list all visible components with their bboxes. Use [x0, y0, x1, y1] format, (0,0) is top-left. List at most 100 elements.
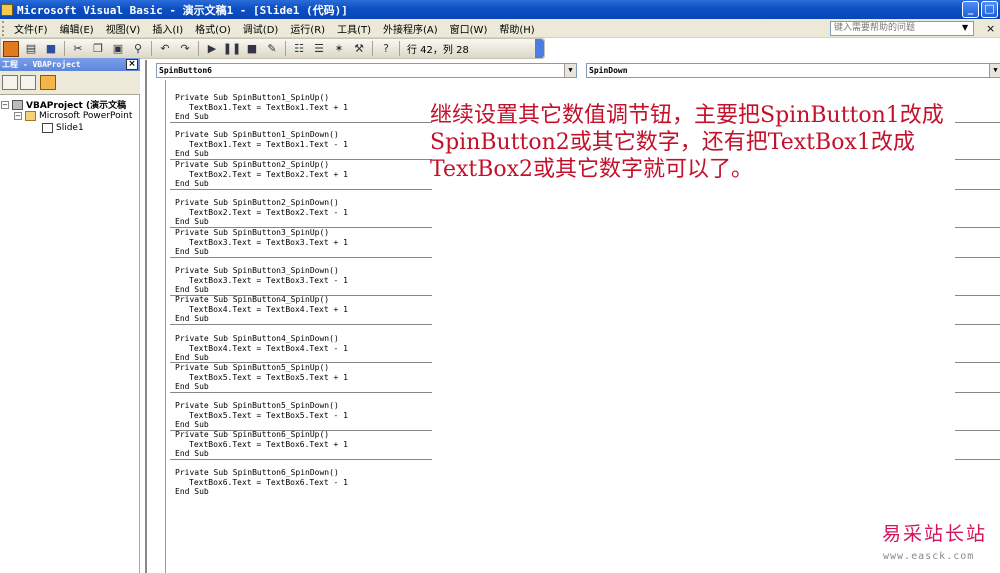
code-line[interactable]: End Sub	[175, 449, 348, 459]
view-code-icon[interactable]	[2, 75, 18, 90]
project-explorer-icon[interactable]: ☷	[291, 41, 307, 57]
procedure-block[interactable]: Private Sub SpinButton5_SpinUp() TextBox5…	[175, 363, 348, 392]
code-line[interactable]: Private Sub SpinButton2_SpinDown()	[175, 198, 348, 208]
toolbar-options-button[interactable]	[535, 39, 544, 58]
code-line[interactable]: Private Sub SpinButton5_SpinDown()	[175, 401, 348, 411]
view-powerpoint-icon[interactable]	[3, 40, 19, 57]
menu-format[interactable]: 格式(O)	[189, 21, 237, 36]
code-line[interactable]: Private Sub SpinButton2_SpinUp()	[175, 160, 348, 170]
code-line[interactable]: End Sub	[175, 247, 348, 257]
menu-file[interactable]: 文件(F)	[8, 21, 54, 36]
toggle-folders-icon[interactable]	[40, 75, 56, 90]
tree-node-vbaproject[interactable]: − VBAProject (演示文稿	[1, 98, 126, 111]
toolbar-divider	[151, 41, 152, 56]
code-line[interactable]: TextBox3.Text = TextBox3.Text + 1	[175, 238, 348, 248]
code-line[interactable]: End Sub	[175, 420, 348, 430]
design-mode-icon[interactable]: ✎	[264, 41, 280, 57]
procedure-block[interactable]: Private Sub SpinButton1_SpinDown() TextBo…	[175, 130, 348, 159]
code-line[interactable]: TextBox1.Text = TextBox1.Text - 1	[175, 140, 348, 150]
redo-icon[interactable]: ↷	[177, 41, 193, 57]
code-line[interactable]: End Sub	[175, 285, 348, 295]
menu-insert[interactable]: 插入(I)	[146, 21, 189, 36]
code-line[interactable]: End Sub	[175, 487, 348, 497]
code-line[interactable]: End Sub	[175, 314, 348, 324]
code-line[interactable]: TextBox6.Text = TextBox6.Text - 1	[175, 478, 348, 488]
code-line[interactable]: TextBox4.Text = TextBox4.Text - 1	[175, 344, 348, 354]
procedure-block[interactable]: Private Sub SpinButton3_SpinDown() TextBo…	[175, 266, 348, 295]
view-object-icon[interactable]	[20, 75, 36, 90]
code-line[interactable]: Private Sub SpinButton4_SpinDown()	[175, 334, 348, 344]
code-line[interactable]: TextBox3.Text = TextBox3.Text - 1	[175, 276, 348, 286]
code-line[interactable]: Private Sub SpinButton4_SpinUp()	[175, 295, 348, 305]
code-line[interactable]: Private Sub SpinButton6_SpinUp()	[175, 430, 348, 440]
procedure-dropdown[interactable]: SpinDown ▼	[586, 63, 1000, 78]
chevron-down-icon[interactable]: ▼	[989, 64, 1000, 77]
collapse-icon[interactable]: −	[14, 112, 22, 120]
toolbox-icon[interactable]: ⚒	[351, 41, 367, 57]
cut-icon[interactable]: ✂	[70, 41, 86, 57]
procedure-block[interactable]: Private Sub SpinButton1_SpinUp() TextBox1…	[175, 93, 348, 122]
menu-tools[interactable]: 工具(T)	[331, 21, 377, 36]
help-search-input[interactable]: 键入需要帮助的问题	[830, 21, 974, 36]
procedure-block[interactable]: Private Sub SpinButton6_SpinUp() TextBox6…	[175, 430, 348, 459]
chevron-down-icon[interactable]: ▼	[564, 64, 576, 77]
find-icon[interactable]: ⚲	[130, 41, 146, 57]
procedure-block[interactable]: Private Sub SpinButton4_SpinUp() TextBox4…	[175, 295, 348, 324]
code-line[interactable]: TextBox2.Text = TextBox2.Text - 1	[175, 208, 348, 218]
object-dropdown[interactable]: SpinButton6 ▼	[156, 63, 577, 78]
procedure-block[interactable]: Private Sub SpinButton6_SpinDown() TextBo…	[175, 468, 348, 497]
procedure-block[interactable]: Private Sub SpinButton2_SpinUp() TextBox2…	[175, 160, 348, 189]
minimize-button[interactable]: _	[962, 1, 979, 18]
code-line[interactable]: End Sub	[175, 217, 348, 227]
menu-run[interactable]: 运行(R)	[284, 21, 331, 36]
procedure-separator	[955, 392, 1000, 393]
code-line[interactable]: Private Sub SpinButton1_SpinDown()	[175, 130, 348, 140]
procedure-block[interactable]: Private Sub SpinButton5_SpinDown() TextBo…	[175, 401, 348, 430]
maximize-button[interactable]: □	[981, 1, 998, 18]
code-line[interactable]: End Sub	[175, 382, 348, 392]
code-line[interactable]: TextBox5.Text = TextBox5.Text + 1	[175, 373, 348, 383]
menu-addins[interactable]: 外接程序(A)	[377, 21, 444, 36]
collapse-icon[interactable]: −	[1, 100, 9, 109]
paste-icon[interactable]: ▣	[110, 41, 126, 57]
code-line[interactable]: Private Sub SpinButton6_SpinDown()	[175, 468, 348, 478]
code-line[interactable]: Private Sub SpinButton5_SpinUp()	[175, 363, 348, 373]
close-icon[interactable]: ×	[986, 22, 995, 35]
code-line[interactable]: TextBox5.Text = TextBox5.Text - 1	[175, 411, 348, 421]
project-close-button[interactable]: ×	[126, 59, 138, 70]
menu-view[interactable]: 视图(V)	[100, 21, 147, 36]
tutorial-annotation: 继续设置其它数值调节钮，主要把SpinButton1改成SpinButton2或…	[430, 103, 944, 182]
help-icon[interactable]: ?	[378, 41, 394, 57]
menu-window[interactable]: 窗口(W)	[444, 21, 494, 36]
undo-icon[interactable]: ↶	[157, 41, 173, 57]
pause-icon[interactable]: ❚❚	[223, 41, 241, 57]
run-icon[interactable]: ▶	[204, 41, 220, 57]
menu-debug[interactable]: 调试(D)	[237, 21, 285, 36]
code-line[interactable]: TextBox6.Text = TextBox6.Text + 1	[175, 440, 348, 450]
code-line[interactable]: Private Sub SpinButton1_SpinUp()	[175, 93, 348, 103]
procedure-block[interactable]: Private Sub SpinButton2_SpinDown() TextBo…	[175, 198, 348, 227]
code-line[interactable]: Private Sub SpinButton3_SpinDown()	[175, 266, 348, 276]
code-line[interactable]: TextBox4.Text = TextBox4.Text + 1	[175, 305, 348, 315]
chevron-down-icon[interactable]: ▼	[962, 23, 968, 32]
menu-help[interactable]: 帮助(H)	[493, 21, 540, 36]
tree-node-objects[interactable]: − Microsoft PowerPoint	[14, 111, 132, 121]
code-line[interactable]: Private Sub SpinButton3_SpinUp()	[175, 228, 348, 238]
properties-icon[interactable]: ☰	[311, 41, 327, 57]
code-line[interactable]: End Sub	[175, 179, 348, 189]
procedure-block[interactable]: Private Sub SpinButton4_SpinDown() TextBo…	[175, 334, 348, 363]
menu-edit[interactable]: 编辑(E)	[54, 21, 100, 36]
procedure-separator	[955, 189, 1000, 190]
code-line[interactable]: TextBox1.Text = TextBox1.Text + 1	[175, 103, 348, 113]
reset-icon[interactable]: ■	[244, 41, 260, 57]
procedure-block[interactable]: Private Sub SpinButton3_SpinUp() TextBox3…	[175, 228, 348, 257]
code-line[interactable]: TextBox2.Text = TextBox2.Text + 1	[175, 170, 348, 180]
code-line[interactable]: End Sub	[175, 112, 348, 122]
insert-module-icon[interactable]: ▤	[23, 41, 39, 57]
toolbar-divider	[285, 41, 286, 56]
copy-icon[interactable]: ❐	[90, 41, 106, 57]
save-icon[interactable]: ■	[43, 41, 59, 57]
code-line[interactable]: End Sub	[175, 149, 348, 159]
tree-node-slide1[interactable]: Slide1	[42, 123, 84, 133]
object-browser-icon[interactable]: ✶	[331, 41, 347, 57]
